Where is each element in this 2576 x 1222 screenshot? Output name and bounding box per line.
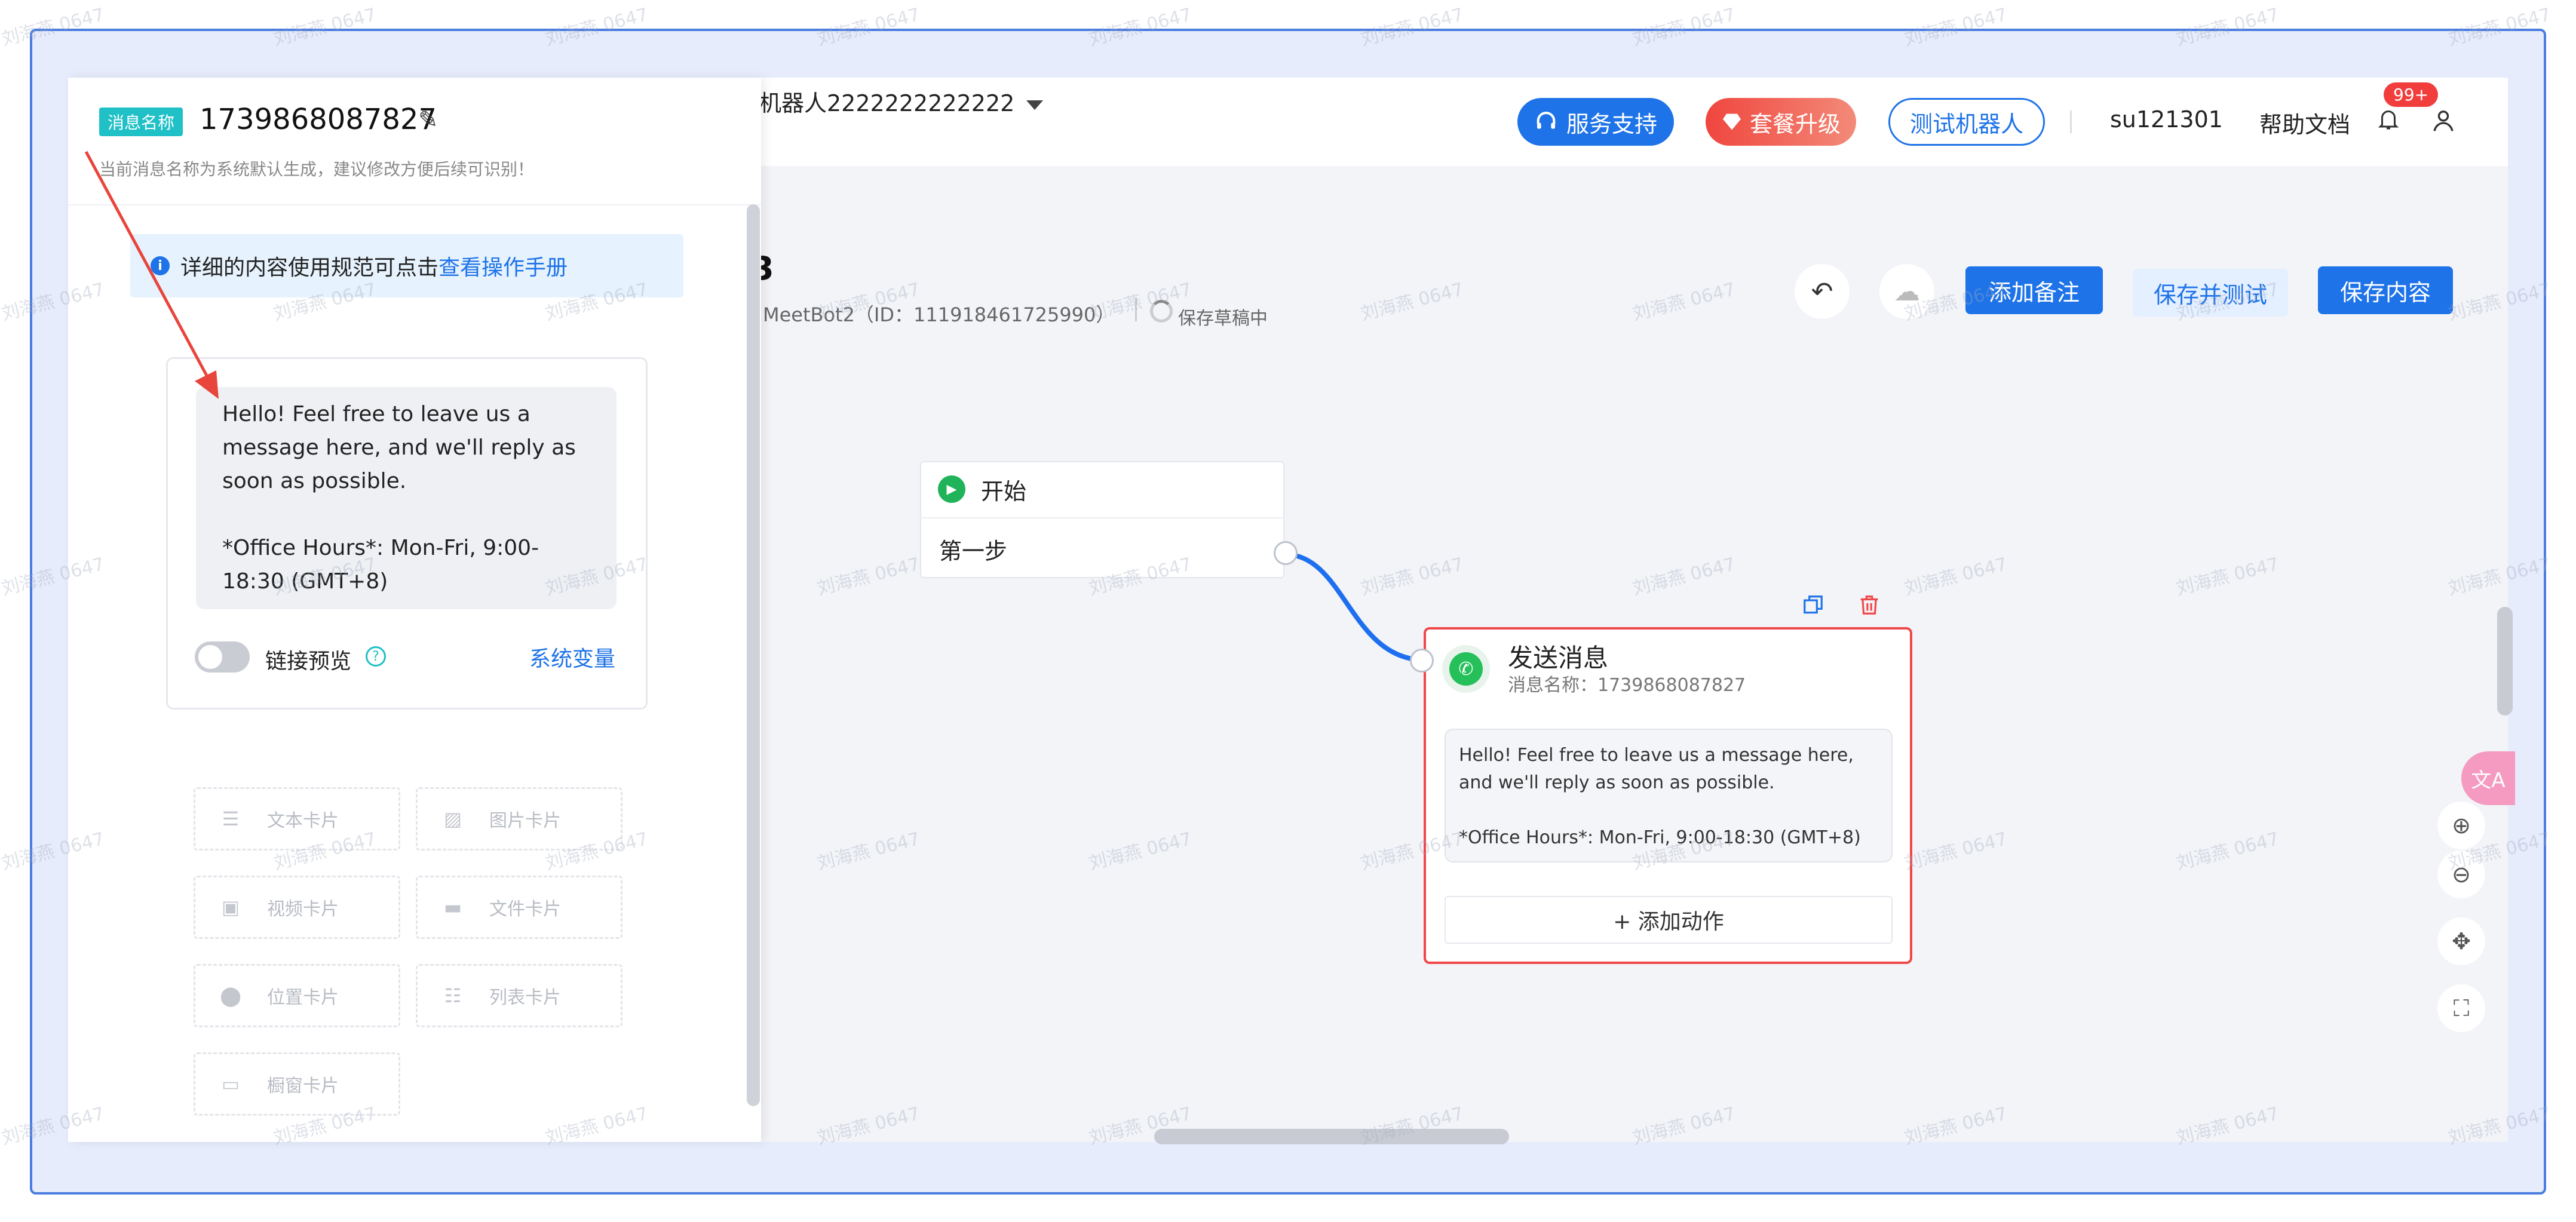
text-card-button[interactable]: ☰ 文本卡片	[194, 787, 400, 851]
diamond-icon	[1722, 113, 1741, 130]
zoom-out-icon: ⊖	[2452, 861, 2471, 888]
save-content-button[interactable]: 保存内容	[2318, 266, 2453, 314]
undo-icon: ↶	[1811, 276, 1833, 307]
video-icon: ▣	[221, 896, 240, 919]
zoom-out-button[interactable]: ⊖	[2437, 851, 2485, 898]
saving-status: 保存草稿中	[1178, 308, 1268, 329]
image-card-label: 图片卡片	[489, 810, 561, 831]
horizontal-scrollbar[interactable]	[1154, 1129, 1509, 1144]
copy-icon	[1804, 595, 1823, 614]
zoom-in-button[interactable]: ⊕	[2437, 802, 2485, 849]
bot-selector-label: 机器人2222222222222	[759, 90, 1015, 116]
image-card-button[interactable]: ▨ 图片卡片	[416, 787, 622, 851]
help-question-icon[interactable]: ?	[366, 646, 386, 667]
caret-down-icon	[1026, 100, 1044, 110]
flow-meta: : MeetBot2（ID：111918461725990）	[750, 303, 1115, 326]
add-note-button[interactable]: 添加备注	[1965, 266, 2103, 314]
upgrade-label: 套餐升级	[1749, 110, 1841, 137]
list-card-label: 列表卡片	[489, 987, 561, 1008]
zoom-in-icon: ⊕	[2452, 812, 2471, 839]
location-card-label: 位置卡片	[267, 987, 339, 1008]
file-card-button[interactable]: ▬ 文件卡片	[416, 876, 622, 939]
center-icon: ✥	[2452, 928, 2471, 954]
whatsapp-icon: ✆	[1442, 645, 1490, 693]
file-card-label: 文件卡片	[489, 899, 561, 920]
text-lines-icon: ☰	[222, 807, 240, 830]
fit-screen-button[interactable]: ⛶	[2437, 984, 2485, 1032]
help-docs-link[interactable]: 帮助文档	[2259, 106, 2350, 139]
start-node-header: ▶ 开始	[920, 461, 1284, 518]
send-node-message[interactable]: Hello! Feel free to leave us a message h…	[1445, 729, 1893, 862]
output-port[interactable]	[1274, 541, 1298, 565]
copy-node-button[interactable]	[1798, 590, 1828, 620]
window-icon: ▭	[221, 1073, 240, 1095]
window-card-button[interactable]: ▭ 橱窗卡片	[194, 1052, 400, 1116]
message-name-tag: 消息名称	[99, 108, 183, 136]
folder-icon: ▬	[443, 896, 462, 919]
notification-badge: 99+	[2384, 82, 2439, 107]
location-card-button[interactable]: ⬤ 位置卡片	[194, 964, 400, 1027]
message-text-bubble[interactable]: Hello! Feel free to leave us a message h…	[196, 387, 617, 609]
window-card-label: 橱窗卡片	[267, 1076, 339, 1097]
headset-icon	[1537, 112, 1556, 129]
video-card-button[interactable]: ▣ 视频卡片	[194, 876, 400, 939]
trash-icon	[1860, 595, 1878, 615]
bot-selector[interactable]: 机器人2222222222222	[759, 85, 1044, 118]
upgrade-button[interactable]: 套餐升级	[1706, 98, 1856, 146]
start-node-title: 开始	[981, 478, 1027, 505]
service-support-button[interactable]: 服务支持	[1517, 98, 1674, 146]
translate-icon: 文A	[2471, 768, 2506, 793]
center-button[interactable]: ✥	[2437, 917, 2485, 965]
meta-divider	[1135, 297, 1137, 321]
delete-node-button[interactable]	[1854, 590, 1884, 620]
location-pin-icon: ⬤	[220, 984, 241, 1007]
image-icon: ▨	[443, 807, 462, 830]
username[interactable]: su121301	[2110, 106, 2223, 133]
undo-button[interactable]: ↶	[1795, 264, 1850, 319]
cloud-icon: ☁	[1894, 276, 1920, 307]
vertical-scrollbar[interactable]	[2497, 607, 2513, 716]
fullscreen-icon: ⛶	[2453, 994, 2470, 1021]
service-support-label: 服务支持	[1566, 110, 1657, 137]
manual-link[interactable]: 查看操作手册	[438, 250, 568, 281]
bell-icon[interactable]	[2378, 108, 2399, 131]
system-variables-link[interactable]: 系统变量	[529, 641, 615, 673]
message-name[interactable]: 1739868087827	[200, 103, 437, 136]
send-node-subtitle: 消息名称：1739868087827	[1508, 675, 1746, 696]
list-icon: ☷	[444, 984, 462, 1007]
panel-scrollbar[interactable]	[747, 204, 760, 1106]
play-icon: ▶	[938, 475, 965, 503]
user-icon[interactable]	[2431, 108, 2455, 133]
toggle-knob	[198, 645, 222, 669]
start-node-step: 第一步	[939, 538, 1008, 564]
add-action-button[interactable]: + 添加动作	[1445, 896, 1893, 944]
loading-spinner-icon	[1150, 300, 1173, 323]
link-preview-label: 链接预览	[265, 649, 352, 674]
video-card-label: 视频卡片	[267, 899, 339, 920]
test-bot-button[interactable]: 测试机器人	[1888, 98, 2045, 146]
annotation-arrow	[84, 151, 219, 399]
send-node-title: 发送消息	[1508, 643, 1609, 673]
cloud-button[interactable]: ☁	[1879, 264, 1934, 319]
edit-pencil-icon[interactable]: ✎	[418, 106, 438, 134]
list-card-button[interactable]: ☷ 列表卡片	[416, 964, 622, 1027]
translate-button[interactable]: 文A	[2461, 751, 2515, 805]
header-divider	[2070, 110, 2072, 133]
text-card-label: 文本卡片	[267, 810, 339, 831]
input-port[interactable]	[1410, 649, 1434, 673]
save-and-test-button[interactable]: 保存并测试	[2133, 269, 2288, 317]
